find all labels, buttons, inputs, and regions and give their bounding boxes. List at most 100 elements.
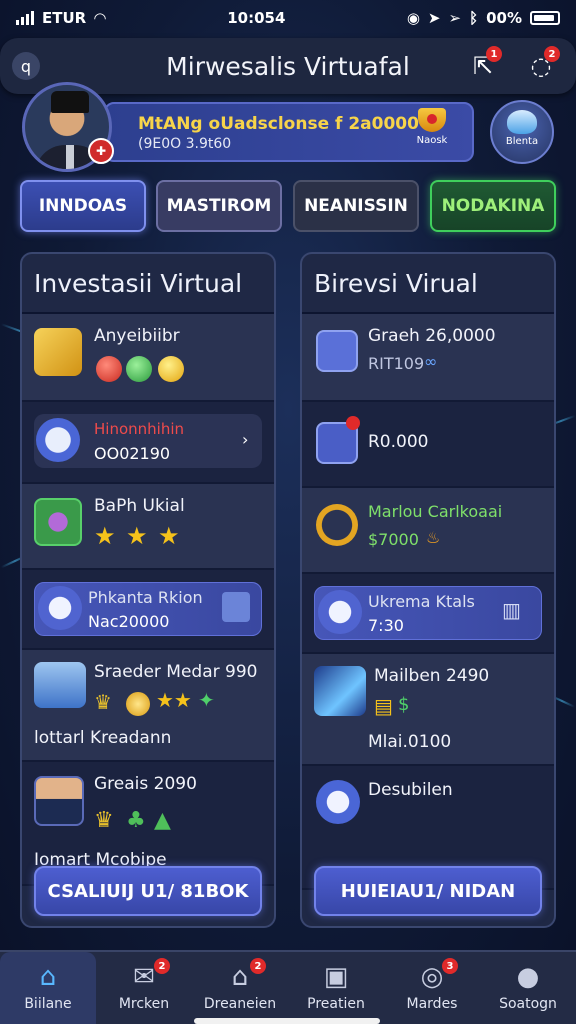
item-value: OO02190 <box>94 444 171 463</box>
sparkle-icon: ✦ <box>198 688 215 712</box>
shield-icon: ✚ <box>88 138 114 164</box>
notification-badge: 3 <box>442 958 458 974</box>
trophy-button[interactable]: Naosk <box>410 108 454 146</box>
panel-title: Birevsi Virual <box>302 254 554 314</box>
panel-title: Investasii Virtual <box>22 254 274 314</box>
flame-icon: ♨ <box>426 528 441 547</box>
store-icon <box>34 662 86 708</box>
tab-3[interactable]: NEANISSIN <box>293 180 419 232</box>
clock-icon: ◉ <box>406 9 420 27</box>
network-image-icon <box>314 666 366 716</box>
trophy-icon <box>418 108 446 132</box>
item-subtitle: lottarl Kreadann <box>34 728 172 748</box>
chevron-right-icon: › <box>242 430 249 449</box>
list-item[interactable]: BaPh Ukial ★ ★ ★ <box>22 484 274 570</box>
star-icon: ★★ <box>156 688 192 712</box>
nav-item-profile[interactable]: ● Soatogn <box>480 952 576 1024</box>
tab-1[interactable]: INNDOAS <box>20 180 146 232</box>
carrier-name: ETUR <box>42 9 87 27</box>
nav-label: Mrcken <box>118 996 170 1012</box>
navigation-icon: ➢ <box>448 9 462 27</box>
item-title: Hinonnhihin <box>94 420 184 438</box>
nav-item-target[interactable]: ◎ 3 Mardes <box>384 952 480 1024</box>
notification-badge: 2 <box>154 958 170 974</box>
signal-icon <box>16 11 34 25</box>
nav-label: Preatien <box>307 996 365 1012</box>
trophy-small-icon: ♛ <box>94 690 112 714</box>
rocket-icon <box>318 590 362 634</box>
left-action-button[interactable]: CSALIUIJ U1/ 81BOK <box>34 866 262 916</box>
back-button[interactable]: q <box>12 52 40 80</box>
gold-coin-icon <box>158 356 184 382</box>
money-bag-icon: ♣ <box>126 808 146 833</box>
notification-badge: 2 <box>544 46 560 62</box>
nav-label: Mardes <box>406 996 458 1012</box>
emblem-icon <box>507 110 537 134</box>
bluetooth-icon: ᛒ <box>469 9 479 27</box>
notification-badge <box>346 416 360 430</box>
list-item[interactable]: Hinonnhihin OO02190 › <box>22 402 274 484</box>
pyramid-icon: ▲ <box>154 808 171 833</box>
briefcase-icon: ▣ <box>323 962 349 992</box>
item-value: RIT109 <box>368 354 425 373</box>
item-title: Phkanta Rkion <box>88 588 203 607</box>
growth-icon <box>316 504 358 546</box>
chat-button[interactable]: ◌ 2 <box>524 46 560 82</box>
link-icon: ∞ <box>424 352 438 371</box>
star-icon: ★ <box>94 522 116 550</box>
item-title: BaPh Ukial <box>94 496 185 516</box>
list-item[interactable]: Sraeder Medar 990 ♛ ★★ ✦ lottarl Kreadan… <box>22 650 274 762</box>
nav-item-briefcase[interactable]: ▣ Preatien <box>288 952 384 1024</box>
list-item[interactable]: Anyeibiibr <box>22 314 274 402</box>
right-panel: Birevsi Virual Graeh 26,0000 RIT109 ∞ R0… <box>300 252 556 928</box>
avatar <box>34 776 84 826</box>
star-icon: ★ <box>126 522 148 550</box>
bottom-nav: ⌂ Biilane ✉ 2 Mrcken ⌂ 2 Dreaneien ▣ Pre… <box>0 950 576 1024</box>
coin-icon <box>126 692 150 716</box>
nav-label: Dreaneien <box>203 996 277 1012</box>
location-icon: ➤ <box>427 9 441 27</box>
red-gem-icon <box>96 356 122 382</box>
compass-icon <box>36 418 80 462</box>
item-value: 7:30 <box>368 616 404 635</box>
status-time: 10:054 <box>227 9 286 27</box>
item-title: Marlou Carlkoaai <box>368 502 503 521</box>
profile-card[interactable]: MtANg oUadsclonse f 2a0000 (9E0O 3.9t60 … <box>104 102 474 162</box>
star-icon: ★ <box>158 522 180 550</box>
calculator-icon: ▥ <box>502 598 521 622</box>
tab-4[interactable]: NODAKINA <box>430 180 556 232</box>
tab-2[interactable]: MASTIROM <box>156 180 282 232</box>
home-indicator <box>194 1018 380 1024</box>
nav-item-house[interactable]: ⌂ 2 Dreaneien <box>192 952 288 1024</box>
list-item[interactable]: Marlou Carlkoaai $7000 ♨ <box>302 488 554 574</box>
nav-label: Biilane <box>24 996 72 1012</box>
share-button[interactable]: ⇱ 1 <box>466 46 502 82</box>
list-item[interactable]: R0.000 <box>302 402 554 488</box>
rank-badge[interactable]: Blenta <box>490 100 554 164</box>
nav-item-mail[interactable]: ✉ 2 Mrcken <box>96 952 192 1024</box>
trophy-label: Naosk <box>416 135 448 146</box>
trophy-small-icon: ♛ <box>94 808 114 833</box>
person-icon: ● <box>516 962 540 992</box>
camera-icon <box>34 498 82 546</box>
nav-item-home[interactable]: ⌂ Biilane <box>0 952 96 1024</box>
page-title: Mirwesalis Virtuafal <box>166 51 410 81</box>
notification-badge: 1 <box>486 46 502 62</box>
right-action-button[interactable]: HUIEIAU1/ NIDAN <box>314 866 542 916</box>
status-bar: ETUR ◠ 10:054 ◉ ➤ ➢ ᛒ 00% <box>0 0 576 36</box>
list-item[interactable]: Phkanta Rkion Nac20000 <box>22 570 274 650</box>
item-title: Ukrema Ktals <box>368 592 475 611</box>
home-icon: ⌂ <box>39 962 57 992</box>
item-title: Desubilen <box>368 780 453 800</box>
item-title: Sraeder Medar 990 <box>94 662 258 682</box>
rank-badge-label: Blenta <box>505 136 539 147</box>
battery-icon <box>530 11 560 25</box>
wifi-icon: ◠ <box>94 9 106 27</box>
left-panel: Investasii Virtual Anyeibiibr Hinonnhihi… <box>20 252 276 928</box>
list-item[interactable]: Ukrema Ktals 7:30 ▥ <box>302 574 554 654</box>
list-item[interactable]: Mailben 2490 ▤ $ Mlai.0100 <box>302 654 554 766</box>
calculator-icon <box>222 592 250 622</box>
gold-bars-icon <box>34 328 82 376</box>
item-title: R0.000 <box>368 432 429 452</box>
list-item[interactable]: Graeh 26,0000 RIT109 ∞ <box>302 314 554 402</box>
